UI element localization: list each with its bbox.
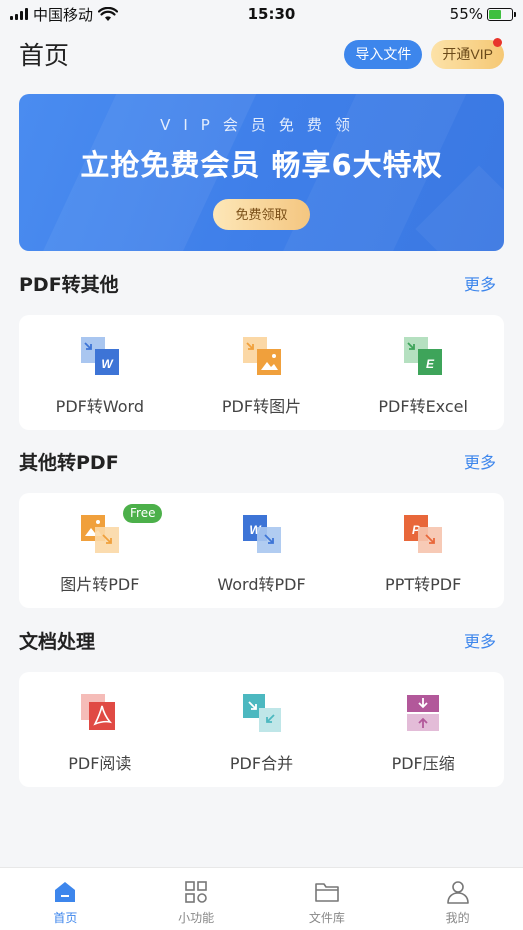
pdf-reader-icon xyxy=(80,694,115,730)
more-link[interactable]: 更多 xyxy=(464,449,496,473)
home-icon xyxy=(55,882,76,902)
section-pdf-to-other: PDF转其他 更多 xyxy=(19,268,496,298)
tool-pdf-compress[interactable]: PDF压缩 xyxy=(342,672,504,787)
signal-icon xyxy=(10,8,28,20)
pdf-merge-icon xyxy=(242,694,281,732)
pdf-to-word-icon: W xyxy=(80,337,119,375)
tab-label: 小功能 xyxy=(178,911,215,925)
notification-dot xyxy=(493,37,502,47)
tool-label: PDF转Word xyxy=(55,397,144,416)
pdf-compress-icon xyxy=(407,695,440,731)
carrier-name: 中国移动 xyxy=(33,5,94,24)
wifi-icon xyxy=(98,6,119,21)
tab-tools[interactable]: 小功能 xyxy=(131,868,262,930)
battery-icon xyxy=(487,7,516,21)
tool-word-to-pdf[interactable]: W Word转PDF xyxy=(181,493,343,608)
tool-ppt-to-pdf[interactable]: P PPT转PDF xyxy=(342,493,504,608)
banner-title: 立抢免费会员 畅享6大特权 xyxy=(80,148,443,182)
tool-card-doc-processing: PDF阅读 PDF合并 PDF压缩 xyxy=(19,672,504,787)
import-file-button[interactable]: 导入文件 xyxy=(344,39,423,69)
tab-home[interactable]: 首页 xyxy=(0,868,131,930)
header: 首页 导入文件 开通VIP xyxy=(0,34,523,74)
pdf-to-image-icon xyxy=(242,337,281,375)
section-other-to-pdf: 其他转PDF 更多 xyxy=(19,446,496,476)
tool-image-to-pdf[interactable]: 图片转PDF Free xyxy=(19,493,181,608)
tool-pdf-to-excel[interactable]: E PDF转Excel xyxy=(342,315,504,430)
tab-mine[interactable]: 我的 xyxy=(392,868,523,930)
free-badge: Free xyxy=(123,504,163,523)
open-vip-button[interactable]: 开通VIP xyxy=(431,37,504,69)
tool-label: 图片转PDF xyxy=(60,575,140,594)
bottom-tab-bar: 首页 小功能 文件库 我的 xyxy=(0,867,523,930)
tool-label: PDF阅读 xyxy=(68,754,132,773)
tab-label: 文件库 xyxy=(308,911,345,925)
open-vip-label: 开通VIP xyxy=(442,45,493,62)
tab-label: 我的 xyxy=(445,911,470,925)
tool-label: Word转PDF xyxy=(217,575,306,594)
more-link[interactable]: 更多 xyxy=(464,271,496,295)
section-title: 其他转PDF xyxy=(19,451,119,474)
tab-label: 首页 xyxy=(53,911,78,925)
clock: 15:30 xyxy=(247,5,296,23)
vip-promo-banner[interactable]: VIP会员免费领 立抢免费会员 畅享6大特权 免费领取 xyxy=(19,94,504,251)
tool-label: PDF转图片 xyxy=(221,397,302,416)
tool-pdf-merge[interactable]: PDF合并 xyxy=(181,672,343,787)
banner-subtitle: VIP会员免费领 xyxy=(160,116,363,134)
tool-card-pdf-to-other: W PDF转Word PDF转图片 E PDF转Excel xyxy=(19,315,504,430)
section-title: 文档处理 xyxy=(19,630,96,653)
tool-pdf-to-word[interactable]: W PDF转Word xyxy=(19,315,181,430)
page-title: 首页 xyxy=(19,41,70,70)
word-to-pdf-icon: W xyxy=(242,515,281,553)
tool-label: PDF转Excel xyxy=(378,397,468,416)
tool-label: PPT转PDF xyxy=(385,575,462,594)
tool-label: PDF合并 xyxy=(229,754,294,773)
section-doc-processing: 文档处理 更多 xyxy=(19,625,496,655)
image-to-pdf-icon xyxy=(80,515,119,553)
tool-pdf-reader[interactable]: PDF阅读 xyxy=(19,672,181,787)
pdf-to-excel-icon: E xyxy=(404,337,443,375)
section-title: PDF转其他 xyxy=(19,273,119,296)
claim-free-button[interactable]: 免费领取 xyxy=(213,199,310,230)
svg-text:E: E xyxy=(426,357,435,371)
folder-icon xyxy=(315,883,339,902)
battery-percent: 55% xyxy=(449,5,483,23)
tool-pdf-to-image[interactable]: PDF转图片 xyxy=(181,315,343,430)
more-link[interactable]: 更多 xyxy=(464,628,496,652)
svg-text:W: W xyxy=(101,357,114,371)
tool-label: PDF压缩 xyxy=(391,754,455,773)
grid-icon xyxy=(185,881,207,903)
status-bar: 中国移动 15:30 55% xyxy=(0,0,523,28)
ppt-to-pdf-icon: P xyxy=(404,515,443,553)
tool-card-other-to-pdf: 图片转PDF Free W Word转PDF P PPT转PDF xyxy=(19,493,504,608)
user-icon xyxy=(446,881,469,904)
tab-file-library[interactable]: 文件库 xyxy=(262,868,393,930)
